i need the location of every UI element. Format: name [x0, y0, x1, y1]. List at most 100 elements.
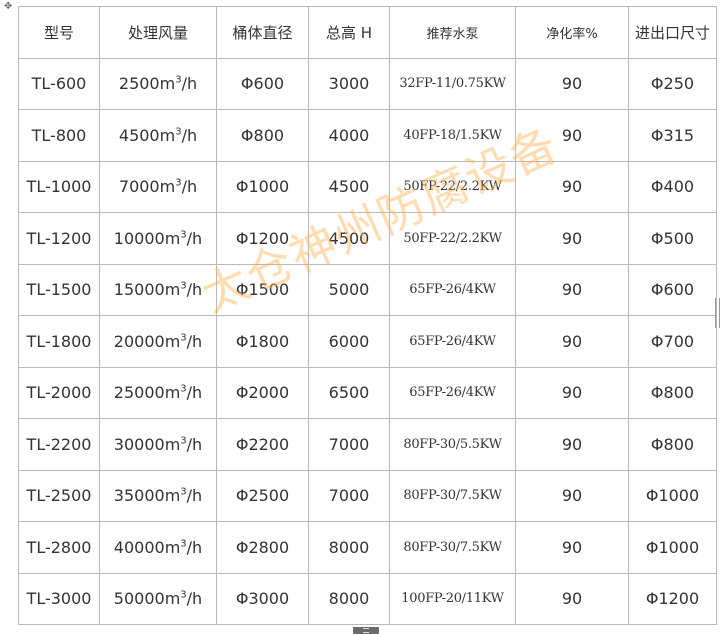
cell-height: 7000 [308, 418, 390, 471]
header-height: 总高 H [308, 6, 390, 59]
header-row: 型号 处理风量 桶体直径 总高 H 推荐水泵 净化率% 进出口尺寸 [18, 6, 717, 59]
cell-flow: 25000m3/h [99, 366, 217, 419]
cell-pump: 50FP-22/2.2KW [389, 212, 516, 265]
cell-model: TL-2800 [18, 521, 100, 574]
header-pump: 推荐水泵 [389, 6, 516, 59]
page: ✥ 型号 处理风量 桶体直径 总高 H 推荐水泵 净化率% 进出口尺寸 TL-6… [0, 0, 720, 634]
cell-diameter: Φ1800 [216, 315, 309, 368]
flow-unit-suffix: /h [186, 434, 203, 454]
flow-unit-suffix: /h [181, 177, 198, 197]
cell-diameter: Φ800 [216, 109, 309, 162]
cell-port: Φ250 [628, 57, 717, 110]
cell-flow: 40000m3/h [99, 521, 217, 574]
cell-flow: 20000m3/h [99, 315, 217, 368]
cell-model: TL-1800 [18, 315, 100, 368]
flow-value: 10000m [113, 228, 181, 248]
cell-rate: 90 [515, 366, 629, 419]
flow-unit-suffix: /h [181, 74, 198, 94]
cell-flow: 15000m3/h [99, 263, 217, 316]
cell-rate: 90 [515, 418, 629, 471]
table-row: TL-1000 7000m3/h Φ1000 4500 50FP-22/2.2KW 90 Φ… [18, 160, 717, 213]
cell-flow: 35000m3/h [99, 469, 217, 522]
table-row: TL-2500 35000m3/h Φ2500 7000 80FP-30/7.5KW 90… [18, 469, 717, 522]
table-row: TL-2800 40000m3/h Φ2800 8000 80FP-30/7.5KW 90… [18, 521, 717, 574]
cell-rate: 90 [515, 57, 629, 110]
cell-diameter: Φ2800 [216, 521, 309, 574]
cell-pump: 40FP-18/1.5KW [389, 109, 516, 162]
table-row: TL-3000 50000m3/h Φ3000 8000 100FP-20/11KW 90… [18, 572, 717, 625]
cell-flow: 7000m3/h [99, 160, 217, 213]
flow-unit-suffix: /h [186, 331, 203, 351]
cell-port: Φ1200 [628, 572, 717, 625]
cell-model: TL-2200 [18, 418, 100, 471]
cell-rate: 90 [515, 109, 629, 162]
cell-height: 6500 [308, 366, 390, 419]
cell-pump: 80FP-30/7.5KW [389, 469, 516, 522]
cell-flow: 50000m3/h [99, 572, 217, 625]
cell-rate: 90 [515, 572, 629, 625]
cell-port: Φ800 [628, 366, 717, 419]
flow-unit-suffix: /h [186, 280, 203, 300]
cell-height: 8000 [308, 572, 390, 625]
cell-height: 8000 [308, 521, 390, 574]
flow-value: 20000m [113, 331, 181, 351]
flow-value: 2500m [118, 74, 176, 94]
cell-height: 7000 [308, 469, 390, 522]
cell-model: TL-1500 [18, 263, 100, 316]
flow-value: 25000m [113, 383, 181, 403]
cell-port: Φ400 [628, 160, 717, 213]
flow-unit-suffix: /h [186, 537, 203, 557]
flow-value: 50000m [113, 589, 181, 609]
table-row: TL-1500 15000m3/h Φ1500 5000 65FP-26/4KW 90 Φ6… [18, 263, 717, 316]
cell-height: 3000 [308, 57, 390, 110]
cell-pump: 80FP-30/5.5KW [389, 418, 516, 471]
cell-diameter: Φ1500 [216, 263, 309, 316]
cell-rate: 90 [515, 469, 629, 522]
cell-height: 6000 [308, 315, 390, 368]
header-flow: 处理风量 [99, 6, 217, 59]
cell-pump: 50FP-22/2.2KW [389, 160, 516, 213]
scroll-handle-icon[interactable] [353, 627, 379, 634]
cell-height: 4500 [308, 212, 390, 265]
cell-model: TL-1200 [18, 212, 100, 265]
move-handle-icon[interactable]: ✥ [4, 2, 14, 12]
flow-value: 30000m [113, 434, 181, 454]
resize-handle-icon[interactable] [715, 298, 720, 328]
table-row: TL-1200 10000m3/h Φ1200 4500 50FP-22/2.2KW 90… [18, 212, 717, 265]
cell-flow: 2500m3/h [99, 57, 217, 110]
cell-model: TL-1000 [18, 160, 100, 213]
cell-port: Φ600 [628, 263, 717, 316]
cell-port: Φ800 [628, 418, 717, 471]
flow-unit-suffix: /h [186, 486, 203, 506]
cell-port: Φ700 [628, 315, 717, 368]
cell-flow: 10000m3/h [99, 212, 217, 265]
cell-pump: 80FP-30/7.5KW [389, 521, 516, 574]
flow-unit-suffix: /h [186, 228, 203, 248]
cell-rate: 90 [515, 315, 629, 368]
flow-unit-suffix: /h [186, 383, 203, 403]
cell-pump: 65FP-26/4KW [389, 366, 516, 419]
cell-diameter: Φ600 [216, 57, 309, 110]
cell-height: 4500 [308, 160, 390, 213]
cell-rate: 90 [515, 521, 629, 574]
cell-rate: 90 [515, 263, 629, 316]
header-model: 型号 [18, 6, 100, 59]
cell-pump: 65FP-26/4KW [389, 263, 516, 316]
flow-unit-suffix: /h [186, 589, 203, 609]
cell-pump: 65FP-26/4KW [389, 315, 516, 368]
flow-value: 4500m [118, 125, 176, 145]
flow-value: 40000m [113, 537, 181, 557]
flow-unit-suffix: /h [181, 125, 198, 145]
cell-model: TL-800 [18, 109, 100, 162]
cell-flow: 30000m3/h [99, 418, 217, 471]
cell-pump: 100FP-20/11KW [389, 572, 516, 625]
cell-diameter: Φ3000 [216, 572, 309, 625]
flow-value: 15000m [113, 280, 181, 300]
flow-value: 35000m [113, 486, 181, 506]
cell-model: TL-2000 [18, 366, 100, 419]
cell-pump: 32FP-11/0.75KW [389, 57, 516, 110]
cell-height: 5000 [308, 263, 390, 316]
cell-model: TL-2500 [18, 469, 100, 522]
cell-rate: 90 [515, 212, 629, 265]
table-row: TL-2000 25000m3/h Φ2000 6500 65FP-26/4KW 90 Φ8… [18, 366, 717, 419]
